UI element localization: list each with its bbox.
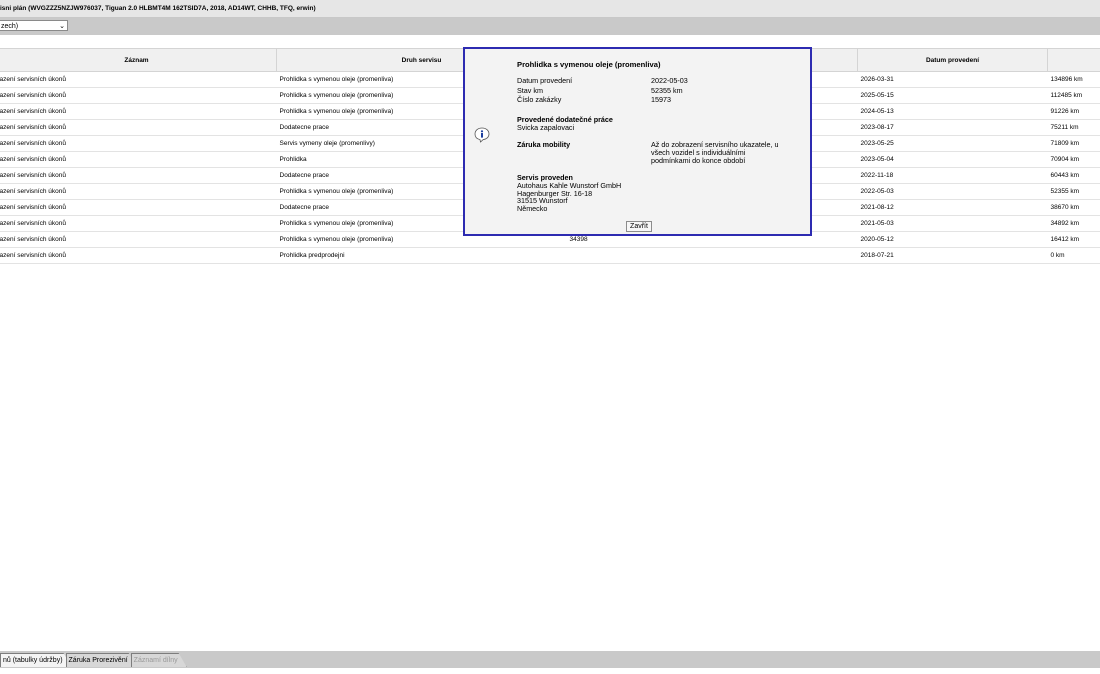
zakazka-value: 15973 — [651, 95, 671, 104]
cell-km: 70904 km — [1047, 151, 1100, 168]
tab-zaznamy-dilny: Záznamí dílny — [131, 653, 187, 667]
cell-zaznam: azení servisních úkonů — [0, 167, 277, 184]
filter-toolbar — [0, 18, 1100, 35]
info-icon — [474, 127, 490, 143]
column-header-km[interactable] — [1047, 48, 1100, 72]
servis-line-4: Německo — [517, 204, 548, 213]
cell-cislo — [566, 247, 858, 264]
cell-datum: 2018-07-21 — [857, 247, 1048, 264]
dialog-title: Prohlidka s vymenou oleje (promenliva) — [517, 60, 661, 69]
cell-zaznam: azení servisních úkonů — [0, 87, 277, 104]
filter-select[interactable]: zech) ⌄ — [0, 20, 68, 31]
cell-km: 38670 km — [1047, 199, 1100, 216]
km-value: 52355 km — [651, 86, 683, 95]
km-label: Stav km — [517, 86, 543, 95]
cell-datum: 2023-05-25 — [857, 135, 1048, 152]
close-button[interactable]: Zavřít — [626, 221, 652, 232]
column-header-zaznam[interactable]: Záznam — [0, 48, 277, 72]
cell-km: 91226 km — [1047, 103, 1100, 120]
zaruka-line-3: podmínkami do konce období — [651, 156, 746, 165]
cell-datum: 2023-05-04 — [857, 151, 1048, 168]
cell-zaznam: azení servisních úkonů — [0, 119, 277, 136]
cell-zaznam: azení servisních úkonů — [0, 135, 277, 152]
cell-datum: 2025-05-15 — [857, 87, 1048, 104]
cell-datum: 2022-05-03 — [857, 183, 1048, 200]
cell-zaznam: azení servisních úkonů — [0, 103, 277, 120]
cell-km: 75211 km — [1047, 119, 1100, 136]
cell-datum: 2023-08-17 — [857, 119, 1048, 136]
cell-km: 0 km — [1047, 247, 1100, 264]
cell-druh: Prohlidka predprodejni — [276, 247, 567, 264]
cell-zaznam: azení servisních úkonů — [0, 215, 277, 232]
service-detail-dialog: Prohlidka s vymenou oleje (promenliva) D… — [463, 47, 812, 236]
tab-zaruka-prorezivani[interactable]: Záruka Prorezivění — [66, 653, 137, 667]
tab-tabulky-udrzby[interactable]: nů (tabulky údržby) — [0, 653, 72, 667]
zakazka-label: Číslo zakázky — [517, 95, 562, 104]
cell-datum: 2022-11-18 — [857, 167, 1048, 184]
cell-km: 112485 km — [1047, 87, 1100, 104]
cell-zaznam: azení servisních úkonů — [0, 151, 277, 168]
cell-km: 134896 km — [1047, 71, 1100, 88]
cell-datum: 2021-08-12 — [857, 199, 1048, 216]
cell-datum: 2024-05-13 — [857, 103, 1048, 120]
cell-datum: 2021-05-03 — [857, 215, 1048, 232]
datum-value: 2022-05-03 — [651, 76, 688, 85]
cell-zaznam: azení servisních úkonů — [0, 231, 277, 248]
chevron-down-icon: ⌄ — [59, 23, 65, 30]
datum-label: Datum provedení — [517, 76, 573, 85]
cell-km: 71809 km — [1047, 135, 1100, 152]
zaruka-title: Záruka mobility — [517, 140, 571, 149]
dodatecne-value: Svicka zapalovaci — [517, 123, 575, 132]
table-row[interactable]: azení servisních úkonů Prohlidka predprod… — [0, 247, 1100, 264]
cell-km: 34892 km — [1047, 215, 1100, 232]
cell-zaznam: azení servisních úkonů — [0, 247, 277, 264]
cell-zaznam: azení servisních úkonů — [0, 71, 277, 88]
cell-km: 60443 km — [1047, 167, 1100, 184]
window-title: isni plán (WVGZZZ5NZJW976037, Tiguan 2.0… — [0, 0, 1100, 18]
cell-zaznam: azení servisních úkonů — [0, 199, 277, 216]
filter-select-value: zech) — [1, 23, 19, 30]
bottom-tabs: nů (tabulky údržby) Záruka Prorezivění Z… — [0, 653, 181, 666]
cell-zaznam: azení servisních úkonů — [0, 183, 277, 200]
cell-km: 52355 km — [1047, 183, 1100, 200]
cell-km: 16412 km — [1047, 231, 1100, 248]
cell-datum: 2026-03-31 — [857, 71, 1048, 88]
column-header-datum[interactable]: Datum provedení — [857, 48, 1048, 72]
cell-datum: 2020-05-12 — [857, 231, 1048, 248]
